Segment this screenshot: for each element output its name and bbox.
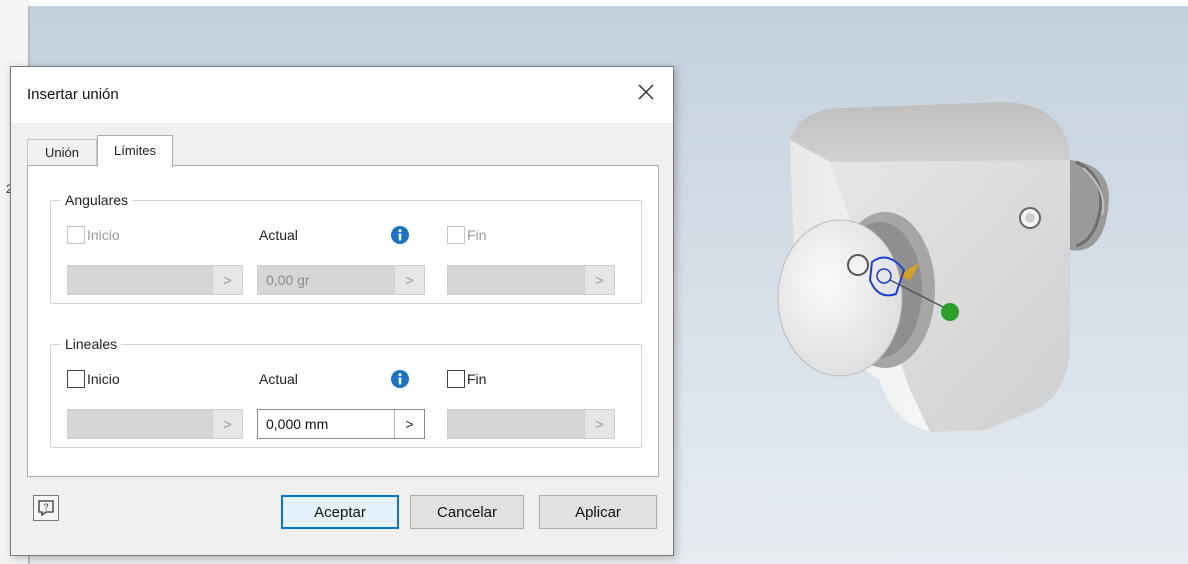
angular-end-input[interactable]: > — [447, 265, 615, 295]
angular-group: Angulares Inicio Actual Fin > 0,00 gr > … — [50, 192, 642, 304]
arrow-button[interactable]: > — [584, 266, 614, 294]
svg-text:?: ? — [43, 502, 48, 512]
tab-union[interactable]: Unión — [27, 139, 97, 167]
checkbox-box[interactable] — [447, 370, 465, 388]
angular-end-checkbox[interactable]: Fin — [447, 225, 486, 245]
help-icon: ? — [38, 500, 54, 517]
apply-button[interactable]: Aplicar — [539, 495, 657, 529]
insert-joint-dialog: Insertar unión Unión Límites Angulares I… — [10, 66, 674, 556]
checkbox-box[interactable] — [447, 226, 465, 244]
arrow-button[interactable]: > — [394, 266, 424, 294]
angular-current-input[interactable]: 0,00 gr > — [257, 265, 425, 295]
linear-end-checkbox[interactable]: Fin — [447, 369, 486, 389]
dialog-title: Insertar unión — [27, 86, 119, 103]
limits-panel: Angulares Inicio Actual Fin > 0,00 gr > … — [27, 165, 659, 477]
arrow-button[interactable]: > — [584, 410, 614, 438]
close-icon[interactable] — [633, 79, 659, 105]
linear-end-input[interactable]: > — [447, 409, 615, 439]
arrow-button[interactable]: > — [394, 410, 424, 438]
checkbox-box[interactable] — [67, 370, 85, 388]
3d-model[interactable] — [770, 90, 1130, 450]
angular-start-input[interactable]: > — [67, 265, 243, 295]
linear-current-input[interactable]: 0,000 mm > — [257, 409, 425, 439]
info-icon[interactable] — [390, 225, 410, 245]
ok-button[interactable]: Aceptar — [281, 495, 399, 529]
checkbox-box[interactable] — [67, 226, 85, 244]
help-button[interactable]: ? — [33, 495, 59, 521]
linear-start-label: Inicio — [87, 371, 120, 387]
tab-limits[interactable]: Límites — [97, 135, 173, 167]
dialog-titlebar: Insertar unión — [11, 67, 673, 123]
angular-current-label: Actual — [259, 227, 298, 243]
angular-group-title: Angulares — [61, 192, 133, 208]
linear-current-label: Actual — [259, 371, 298, 387]
cancel-button[interactable]: Cancelar — [410, 495, 524, 529]
info-icon[interactable] — [390, 369, 410, 389]
linear-start-checkbox[interactable]: Inicio — [67, 369, 120, 389]
linear-group-title: Lineales — [61, 336, 122, 352]
linear-start-input[interactable]: > — [67, 409, 243, 439]
angular-end-label: Fin — [467, 227, 487, 243]
arrow-button[interactable]: > — [212, 266, 242, 294]
linear-group: Lineales Inicio Actual Fin > 0,000 mm > … — [50, 336, 642, 448]
arrow-button[interactable]: > — [212, 410, 242, 438]
angular-start-checkbox[interactable]: Inicio — [67, 225, 120, 245]
angular-start-label: Inicio — [87, 227, 120, 243]
linear-end-label: Fin — [467, 371, 487, 387]
